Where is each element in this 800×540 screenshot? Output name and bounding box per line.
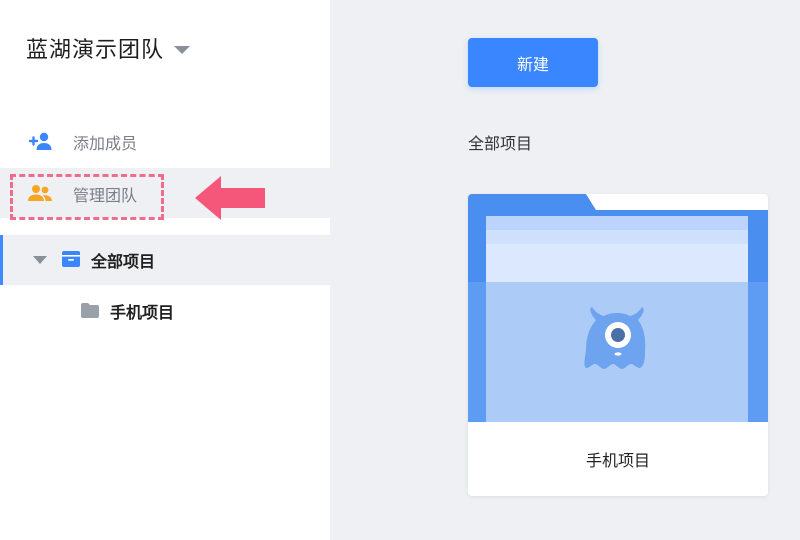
caret-down-icon[interactable] [33, 256, 47, 264]
section-title: 全部项目 [468, 134, 533, 153]
team-switcher[interactable]: 蓝湖演示团队 [26, 32, 191, 64]
add-member-menu-item[interactable]: 添加成员 [0, 116, 330, 166]
manage-team-menu-item[interactable]: 管理团队 [0, 168, 330, 218]
project-card[interactable]: 手机项目 [468, 194, 768, 496]
person-add-icon [28, 132, 52, 150]
chevron-down-icon [174, 45, 191, 54]
folder-box-icon [62, 251, 80, 267]
tree-root-label: 全部项目 [91, 252, 156, 271]
folder-illustration [468, 194, 768, 422]
arrow-left-icon [195, 176, 265, 220]
tree-item-phone-project[interactable]: 手机项目 [0, 288, 330, 332]
manage-team-label: 管理团队 [73, 186, 138, 205]
tree-item-all-projects[interactable]: 全部项目 [0, 235, 330, 285]
folder-icon [81, 303, 99, 318]
team-name: 蓝湖演示团队 [26, 38, 165, 63]
sidebar: 蓝湖演示团队 添加成员 管理团队 全部项目 手机项目 [0, 0, 330, 540]
project-card-name: 手机项目 [585, 451, 650, 470]
add-member-label: 添加成员 [73, 134, 138, 153]
monster-mascot-icon [584, 307, 646, 369]
tree-child-label: 手机项目 [110, 303, 175, 322]
people-icon [28, 185, 52, 201]
new-button[interactable]: 新建 [468, 38, 598, 87]
